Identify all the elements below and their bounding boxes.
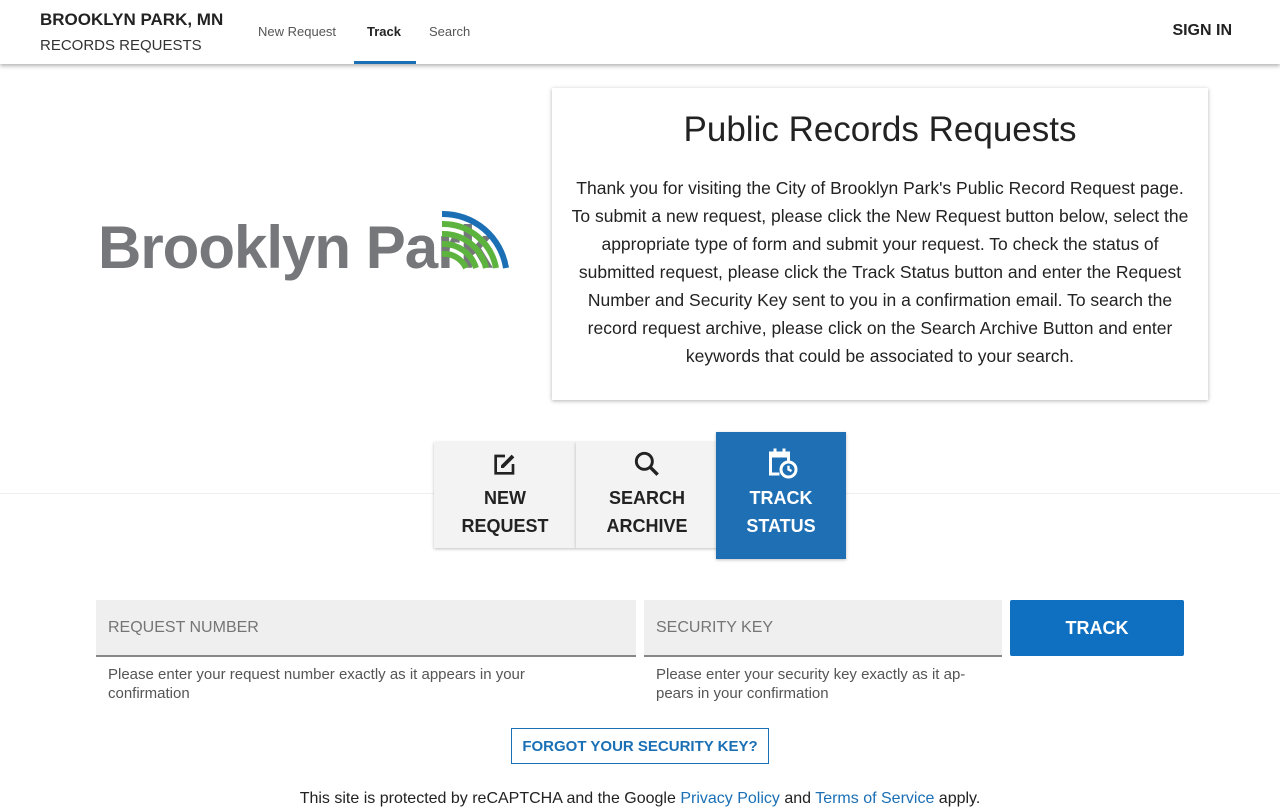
tab-search-archive[interactable]: SEARCH ARCHIVE (576, 442, 718, 548)
request-number-input[interactable] (96, 600, 636, 655)
site-subtitle: RECORDS REQUESTS (40, 37, 202, 54)
footer-text: This site is protected by reCAPTCHA and … (299, 790, 681, 807)
tab-new-request[interactable]: NEW REQUEST (434, 442, 576, 548)
search-icon (634, 451, 659, 476)
intro-text: Thank you for visiting the City of Brook… (571, 178, 1189, 366)
active-tab-indicator (354, 61, 416, 64)
request-number-hint: Please enter your request number exactly… (108, 666, 525, 702)
sign-in-button[interactable]: SIGN IN (1172, 22, 1232, 40)
nav-track[interactable]: Track (367, 24, 401, 39)
recaptcha-notice: This site is protected by reCAPTCHA and … (0, 790, 1280, 808)
page-title: Public Records Requests (683, 110, 1077, 149)
intro-card: Public Records Requests Thank you for vi… (552, 88, 1208, 400)
tab-label: SEARCH (608, 488, 685, 508)
tab-track-status[interactable]: TRACK STATUS (716, 432, 846, 559)
svg-text:Brooklyn Park: Brooklyn Park (98, 214, 493, 281)
security-key-field[interactable] (644, 600, 1002, 657)
tab-label: NEW (484, 488, 526, 508)
footer-text: apply. (934, 790, 981, 807)
tab-label: ARCHIVE (606, 516, 688, 536)
footer-text: and (779, 790, 816, 807)
top-bar: BROOKLYN PARK, MN RECORDS REQUESTS New R… (0, 0, 1280, 64)
tab-label: REQUEST (461, 516, 549, 536)
nav-new-request[interactable]: New Request (258, 24, 336, 39)
track-button[interactable]: TRACK (1010, 600, 1184, 656)
forgot-security-key-button[interactable]: FORGOT YOUR SECURITY KEY? (511, 728, 769, 764)
security-key-input[interactable] (644, 600, 1002, 655)
calendar-clock-icon (769, 448, 798, 479)
privacy-policy-link[interactable]: Privacy Policy (680, 790, 780, 807)
edit-icon (494, 454, 515, 475)
brooklyn-park-logo: Brooklyn Park (98, 200, 518, 295)
request-number-field[interactable] (96, 600, 636, 657)
security-key-hint: Please enter your security key exactly a… (656, 666, 966, 702)
terms-of-service-link[interactable]: Terms of Service (815, 790, 934, 807)
site-title: BROOKLYN PARK, MN (40, 10, 224, 29)
tab-label: STATUS (746, 516, 816, 536)
nav-search[interactable]: Search (429, 24, 470, 39)
tab-label: TRACK (749, 488, 813, 508)
